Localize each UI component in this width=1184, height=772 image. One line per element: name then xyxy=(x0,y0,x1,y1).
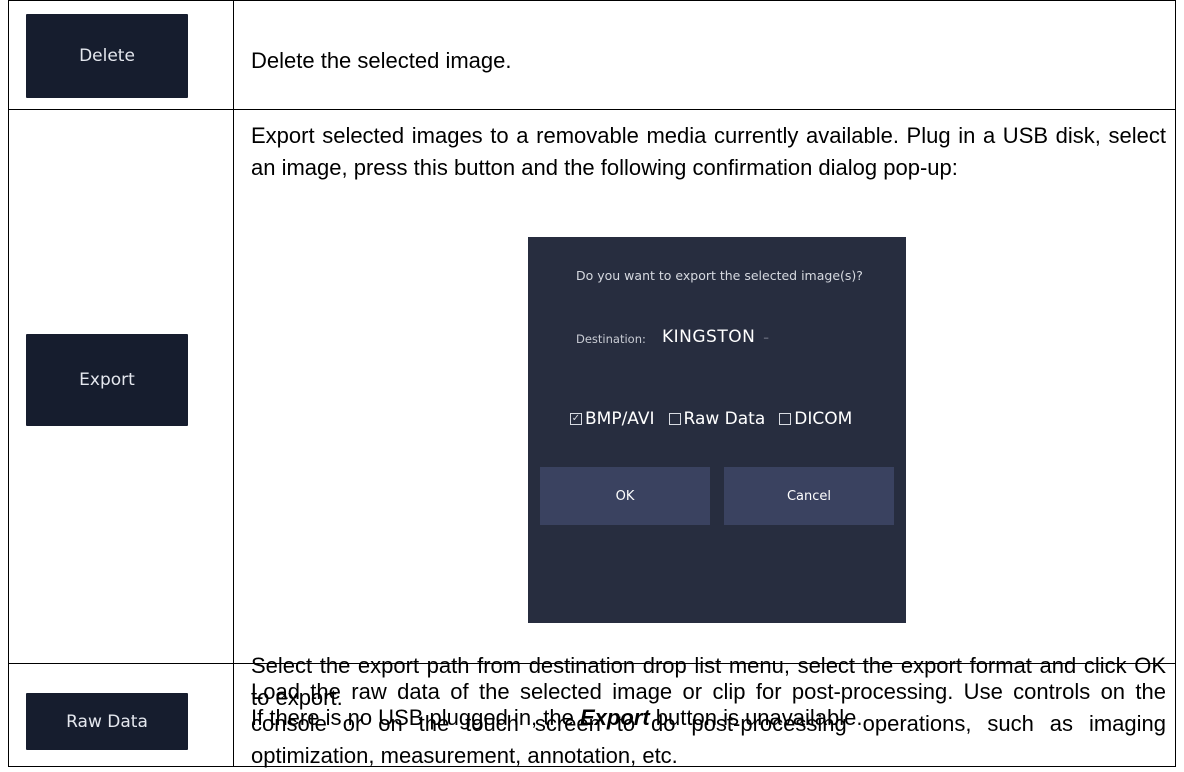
function-table: Delete Delete the selected image. Export… xyxy=(8,0,1176,768)
column-divider xyxy=(233,110,234,663)
description-text: Delete the selected image. xyxy=(251,48,512,73)
checkbox-empty-icon xyxy=(779,413,792,425)
delete-button-label: Delete xyxy=(79,46,135,66)
chevron-down-icon: – xyxy=(763,330,770,344)
ok-button-label: OK xyxy=(615,488,635,504)
raw-data-description: Load the raw data of the selected image … xyxy=(251,676,1166,772)
description-text: Export selected images to a removable me… xyxy=(251,123,1166,180)
format-checkbox-dicom[interactable]: DICOM xyxy=(779,409,852,429)
destination-value: ΚINGSTON xyxy=(662,327,756,347)
format-label: DICOM xyxy=(794,409,853,429)
export-button[interactable]: Export xyxy=(26,334,188,426)
delete-description: Delete the selected image. xyxy=(251,45,1166,77)
column-divider xyxy=(233,664,234,766)
destination-label: Destination: xyxy=(576,332,646,346)
description-text: Load the raw data of the selected image … xyxy=(251,679,1166,768)
delete-button[interactable]: Delete xyxy=(26,14,188,98)
format-options: ✓ BMP/AVI Raw Data DICOM xyxy=(570,409,852,429)
raw-data-button[interactable]: Raw Data xyxy=(26,693,188,750)
table-row-delete: Delete Delete the selected image. xyxy=(9,1,1175,109)
format-label: BMP/AVI xyxy=(585,409,655,429)
checkbox-empty-icon xyxy=(668,413,681,425)
checkbox-checked-icon: ✓ xyxy=(570,413,582,425)
dialog-prompt: Do you want to export the selected image… xyxy=(576,268,863,283)
table-row-raw-data: Raw Data Load the raw data of the select… xyxy=(9,663,1175,768)
format-checkbox-bmp-avi[interactable]: ✓ BMP/AVI xyxy=(570,409,655,429)
ok-button[interactable]: OK xyxy=(540,467,710,525)
export-description: Export selected images to a removable me… xyxy=(251,120,1166,730)
destination-select[interactable]: ΚINGSTON – xyxy=(662,327,769,347)
cancel-button-label: Cancel xyxy=(786,488,832,504)
raw-data-button-label: Raw Data xyxy=(66,711,148,732)
table-row-export: Export Export selected images to a remov… xyxy=(9,109,1175,730)
column-divider xyxy=(233,1,234,109)
export-confirmation-dialog: Do you want to export the selected image… xyxy=(528,237,906,623)
format-checkbox-raw-data[interactable]: Raw Data xyxy=(668,409,766,429)
cancel-button[interactable]: Cancel xyxy=(724,467,894,525)
export-button-label: Export xyxy=(79,370,135,390)
format-label: Raw Data xyxy=(683,409,766,429)
